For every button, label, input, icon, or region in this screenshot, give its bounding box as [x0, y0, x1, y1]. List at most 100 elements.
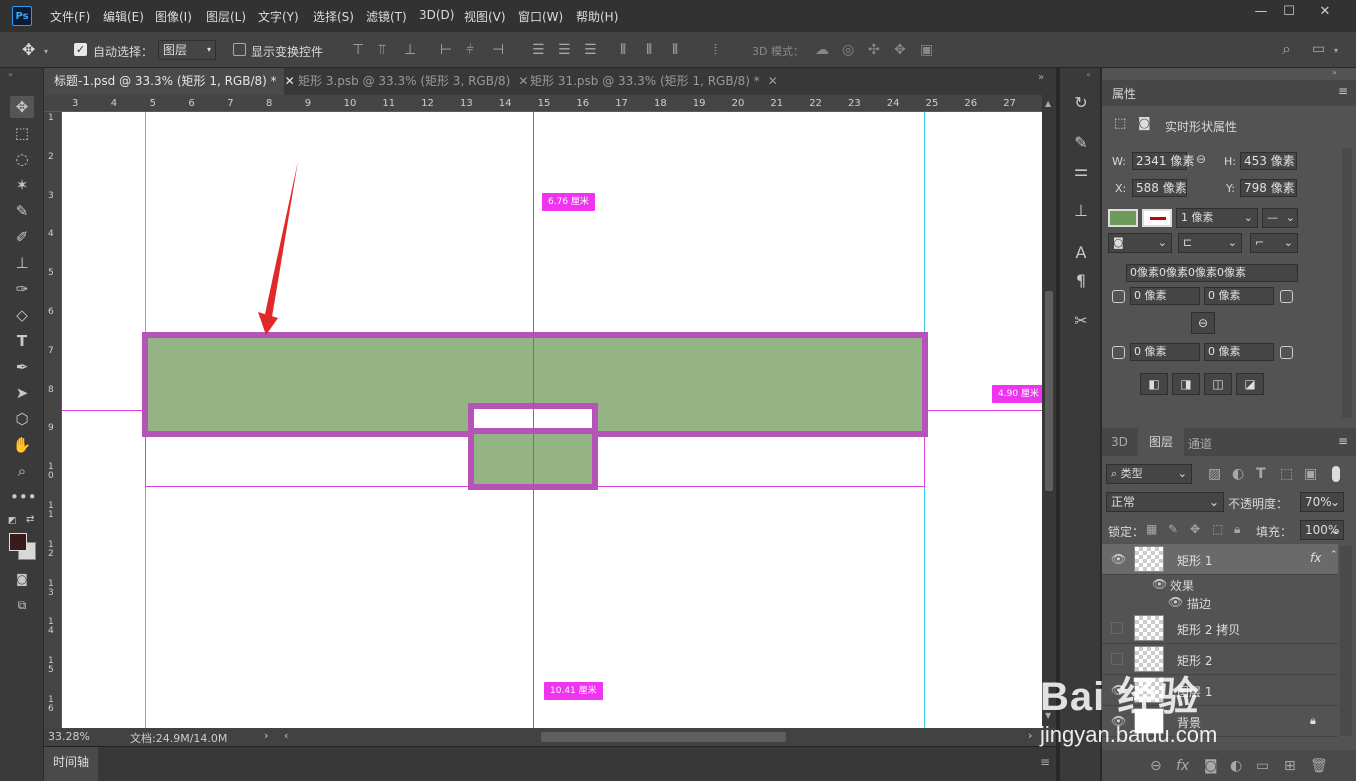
zoom-tool-icon[interactable]: ⌕ — [10, 460, 34, 482]
close-button[interactable]: ✕ — [1310, 2, 1340, 22]
menu-filter[interactable]: 滤镜(T) — [366, 8, 407, 25]
corner-radius-all-field[interactable]: 0像素0像素0像素0像素 — [1126, 264, 1298, 282]
link-icon[interactable]: ⊖ — [1196, 152, 1206, 166]
marquee-tool-icon[interactable]: ⬚ — [10, 122, 34, 144]
stroke-align-dropdown[interactable]: ◙ ⌄ — [1108, 233, 1172, 253]
fill-color-swatch[interactable] — [1108, 209, 1138, 227]
vertical-scrollbar[interactable]: ▲ ▼ — [1042, 95, 1056, 728]
magic-wand-tool-icon[interactable]: ✶ — [10, 174, 34, 196]
stroke-type-dropdown[interactable]: — ⌄ — [1262, 208, 1298, 228]
stroke-caps-dropdown[interactable]: ⊏ ⌄ — [1178, 233, 1242, 253]
tab-rect-3[interactable]: 矩形 3.psb @ 33.3% (矩形 3, RGB/8) ✕ — [288, 68, 528, 95]
character-panel-icon[interactable]: A — [1070, 242, 1092, 264]
delete-layer-icon[interactable]: 🗑︎ — [1310, 758, 1328, 774]
tools-preset-icon[interactable]: ✂ — [1070, 310, 1092, 332]
eye-icon[interactable]: 👁︎ — [1152, 577, 1167, 591]
align-right-icon[interactable]: ⊣ — [492, 42, 504, 58]
stroke-corners-dropdown[interactable]: ⌐ ⌄ — [1250, 233, 1298, 253]
path-combine-icon[interactable]: ◧ — [1140, 373, 1168, 395]
corner-tr-field[interactable]: 0 像素 — [1204, 287, 1274, 305]
lasso-tool-icon[interactable]: ◌ — [10, 148, 34, 170]
filter-shape-icon[interactable]: ⬚ — [1280, 466, 1293, 482]
quick-mask-icon[interactable]: ◙ — [10, 568, 34, 590]
y-field[interactable]: 798 像素 — [1240, 179, 1297, 197]
collapse-icon[interactable]: » — [8, 70, 13, 79]
align-bottom-icon[interactable]: ⊥ — [404, 42, 416, 58]
menu-help[interactable]: 帮助(H) — [576, 8, 618, 25]
scroll-left-icon[interactable]: ‹ — [284, 729, 288, 742]
history-panel-icon[interactable]: ↻ — [1070, 92, 1092, 114]
shape-tool-icon[interactable]: ⬡ — [10, 408, 34, 430]
collapse-icon[interactable]: » — [1332, 68, 1337, 77]
tabs-overflow-icon[interactable]: » — [1038, 72, 1044, 83]
horizontal-scroll-thumb[interactable] — [541, 732, 786, 742]
align-left-icon[interactable]: ⊢ — [440, 42, 452, 58]
path-exclude-icon[interactable]: ◪ — [1236, 373, 1264, 395]
layer-row-rect-1[interactable]: 👁︎ 矩形 1 fx ⌃ — [1102, 544, 1338, 575]
filter-type-icon[interactable]: T — [1256, 466, 1266, 482]
distribute-vcenter-icon[interactable]: ☰ — [558, 42, 571, 58]
workspace-chevron-icon[interactable]: ▾ — [1334, 43, 1338, 59]
distribute-hcenter-icon[interactable]: ⦀ — [646, 42, 652, 58]
layer-effects-row[interactable]: 👁︎ 效果 — [1132, 576, 1338, 594]
tab-title-1[interactable]: 标题-1.psd @ 33.3% (矩形 1, RGB/8) * ✕ — [44, 68, 295, 95]
menu-edit[interactable]: 编辑(E) — [103, 8, 144, 25]
status-menu-icon[interactable]: › — [264, 729, 268, 742]
menu-layer[interactable]: 图层(L) — [206, 8, 246, 25]
eye-icon[interactable]: 👁︎ — [1168, 595, 1183, 609]
history-brush-icon[interactable]: ✑ — [10, 278, 34, 300]
stroke-width-dropdown[interactable]: 1 像素 ⌄ — [1176, 208, 1258, 228]
eye-icon[interactable]: 👁︎ — [1111, 552, 1126, 566]
tool-preset-chevron-icon[interactable]: ▾ — [44, 44, 48, 60]
layers-scrollbar[interactable] — [1340, 546, 1352, 736]
menu-image[interactable]: 图像(I) — [155, 8, 192, 25]
scroll-right-icon[interactable]: › — [1028, 729, 1032, 742]
path-subtract-icon[interactable]: ◨ — [1172, 373, 1200, 395]
align-top-icon[interactable]: ⊤ — [352, 42, 364, 58]
distribute-left-icon[interactable]: ⦀ — [620, 42, 626, 58]
menu-type[interactable]: 文字(Y) — [258, 8, 299, 25]
corner-tl-field[interactable]: 0 像素 — [1130, 287, 1200, 305]
blend-mode-dropdown[interactable]: 正常 ⌄ — [1106, 492, 1224, 512]
show-transform-checkbox[interactable] — [233, 43, 246, 56]
visibility-toggle[interactable] — [1111, 622, 1123, 634]
lock-transparent-icon[interactable]: ▦ — [1146, 521, 1157, 537]
link-corners-icon[interactable]: ⊖ — [1191, 312, 1215, 334]
swap-colors-icon[interactable]: ⇄ — [26, 514, 34, 525]
3d-pan-icon[interactable]: ✣ — [868, 42, 880, 58]
scroll-up-icon[interactable]: ▲ — [1045, 99, 1051, 108]
add-mask-icon[interactable]: ◙ — [1204, 758, 1218, 774]
type-tool-icon[interactable]: T — [10, 330, 34, 352]
document-canvas[interactable]: 6.76 厘米 4.90 厘米 10.41 厘米 — [62, 112, 1042, 728]
menu-window[interactable]: 窗口(W) — [518, 8, 563, 25]
fill-field[interactable]: 100% ⌄ — [1300, 520, 1344, 540]
more-tools-icon[interactable]: ••• — [10, 486, 37, 508]
menu-file[interactable]: 文件(F) — [50, 8, 90, 25]
hand-tool-icon[interactable]: ✋ — [10, 434, 34, 456]
menu-view[interactable]: 视图(V) — [464, 8, 506, 25]
lock-all-icon[interactable]: 🔒︎ — [1234, 521, 1240, 537]
layer-stroke-effect-row[interactable]: 👁︎ 描边 — [1132, 594, 1338, 612]
lock-position-icon[interactable]: ✥ — [1190, 521, 1200, 537]
filter-toggle[interactable] — [1332, 466, 1340, 482]
filter-adjustment-icon[interactable]: ◐ — [1232, 466, 1244, 482]
chevron-up-icon[interactable]: ⌃ — [1330, 550, 1338, 560]
move-tool-icon[interactable]: ✥ — [10, 96, 34, 118]
3d-slide-icon[interactable]: ✥ — [894, 42, 906, 58]
align-vcenter-icon[interactable]: ⫪ — [378, 42, 386, 58]
restore-button[interactable]: ☐ — [1274, 2, 1304, 22]
default-colors-icon[interactable]: ◩ — [8, 516, 17, 526]
link-layers-icon[interactable]: ⊖ — [1150, 758, 1162, 774]
panel-menu-icon[interactable]: ≡ — [1338, 434, 1348, 448]
lock-artboard-icon[interactable]: ⬚ — [1212, 521, 1223, 537]
menu-3d[interactable]: 3D(D) — [419, 8, 454, 22]
distribute-bottom-icon[interactable]: ☰ — [584, 42, 597, 58]
3d-roll-icon[interactable]: ◎ — [842, 42, 854, 58]
adjustments-icon[interactable]: ⚌ — [1070, 160, 1092, 182]
filter-pixel-icon[interactable]: ▨ — [1208, 466, 1221, 482]
corner-bl-field[interactable]: 0 像素 — [1130, 343, 1200, 361]
layer-filter-dropdown[interactable]: ⌕ 类型 ⌄ — [1106, 464, 1192, 484]
path-intersect-icon[interactable]: ◫ — [1204, 373, 1232, 395]
menu-select[interactable]: 选择(S) — [313, 8, 354, 25]
eraser-tool-icon[interactable]: ◇ — [10, 304, 34, 326]
